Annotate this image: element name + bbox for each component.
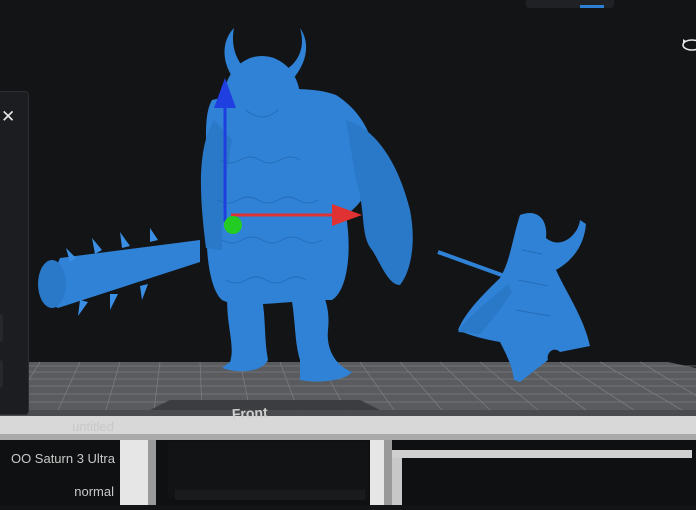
left-side-panel: ✕ [0, 91, 29, 415]
top-tab-bar[interactable] [526, 0, 614, 8]
model-sword-wielding-warrior[interactable] [437, 212, 590, 382]
close-icon[interactable]: ✕ [1, 108, 15, 125]
panel-handle-upper[interactable] [0, 314, 3, 342]
printer-name-label[interactable]: OO Saturn 3 Ultra [11, 451, 115, 466]
gizmo-origin[interactable] [224, 216, 242, 234]
spiked-club [38, 228, 200, 316]
rotate-view-icon[interactable] [680, 35, 696, 55]
top-tab-active-indicator [580, 5, 604, 8]
plate-front-label: Front [231, 404, 268, 422]
file-name-label: untitled [72, 419, 114, 434]
print-mode-label: normal [74, 484, 114, 499]
panel-handle-lower[interactable] [0, 360, 3, 388]
